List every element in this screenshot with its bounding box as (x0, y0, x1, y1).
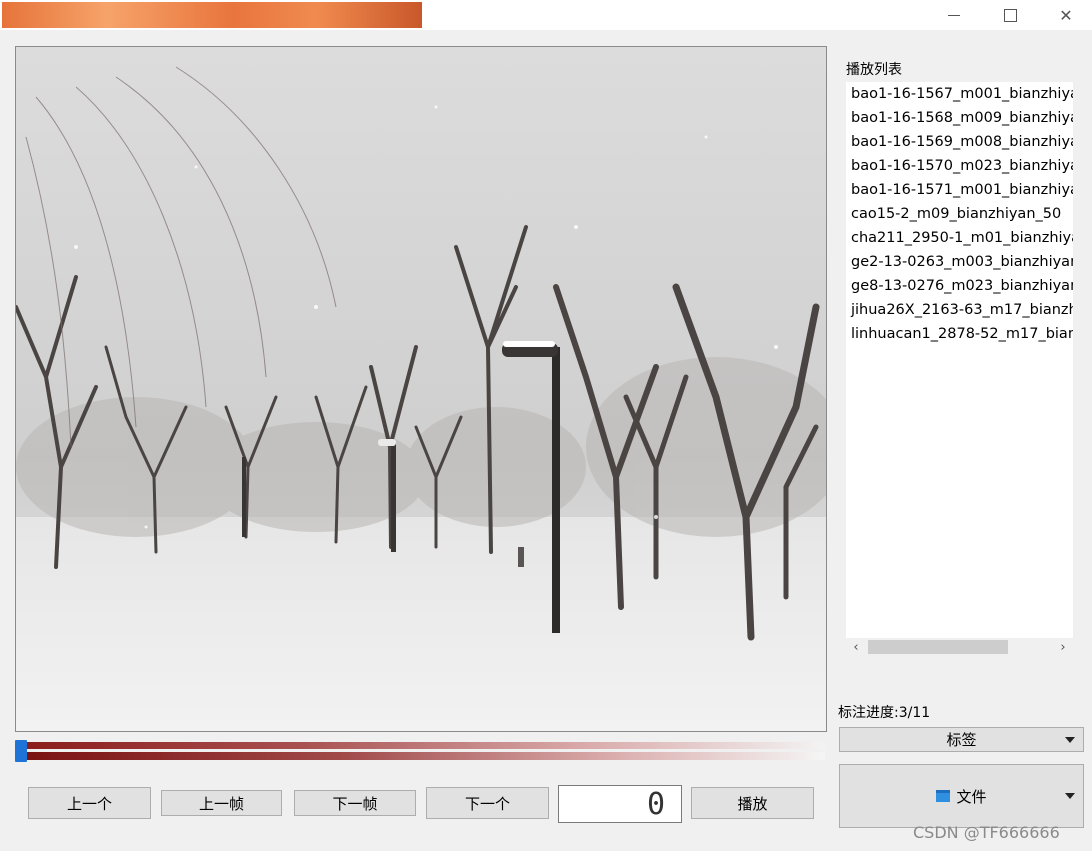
prev-item-label: 上一个 (66, 794, 112, 813)
list-item[interactable]: bao1-16-1568_m009_bianzhiyan (846, 106, 1073, 130)
file-menu-button[interactable]: 文件 (839, 764, 1084, 828)
title-bar: ✕ (0, 0, 1092, 30)
tag-dropdown[interactable]: 标签 (839, 727, 1084, 752)
minimize-button[interactable] (926, 0, 982, 30)
chevron-down-icon (1065, 736, 1075, 743)
maximize-icon (1003, 8, 1017, 22)
playlist-list[interactable]: bao1-16-1567_m001_bianzhiyan bao1-16-156… (846, 82, 1073, 638)
next-frame-button[interactable]: 下一帧 (294, 790, 416, 816)
list-item[interactable]: bao1-16-1569_m008_bianzhiyan (846, 130, 1073, 154)
prev-item-button[interactable]: 上一个 (28, 787, 151, 819)
playlist-horizontal-scrollbar[interactable]: ‹ › (846, 638, 1073, 656)
video-display[interactable] (15, 46, 827, 732)
title-banner-image (2, 2, 422, 28)
prev-frame-label: 上一帧 (198, 794, 244, 813)
prev-frame-button[interactable]: 上一帧 (161, 790, 282, 816)
list-item[interactable]: cao15-2_m09_bianzhiyan_50 (846, 202, 1073, 226)
folder-icon (936, 790, 951, 802)
close-button[interactable]: ✕ (1038, 0, 1092, 30)
playlist-label: 播放列表 (846, 62, 902, 78)
play-button[interactable]: 播放 (691, 787, 814, 819)
file-button-label: 文件 (956, 787, 987, 806)
annotation-progress-label: 标注进度:3/11 (838, 705, 931, 721)
slider-handle[interactable] (15, 740, 27, 762)
list-item[interactable]: jihua26X_2163-63_m17_bianzhiyan (846, 298, 1073, 322)
list-item[interactable]: bao1-16-1571_m001_bianzhiyan (846, 178, 1073, 202)
list-item[interactable]: bao1-16-1567_m001_bianzhiyan (846, 82, 1073, 106)
playback-slider[interactable] (15, 740, 825, 762)
next-frame-label: 下一帧 (332, 794, 378, 813)
scrollbar-thumb[interactable] (868, 640, 1008, 654)
play-label: 播放 (737, 794, 768, 813)
watermark: CSDN @TF666666 (913, 823, 1060, 842)
next-item-label: 下一个 (464, 794, 510, 813)
chevron-down-icon[interactable] (1065, 793, 1075, 799)
tag-dropdown-label: 标签 (946, 731, 977, 749)
waveform-track-bottom (15, 752, 825, 760)
frame-number-value: 0 (646, 786, 665, 822)
list-item[interactable]: cha211_2950-1_m01_bianzhiyan (846, 226, 1073, 250)
minimize-icon (948, 14, 960, 16)
next-item-button[interactable]: 下一个 (426, 787, 549, 819)
scroll-left-icon[interactable]: ‹ (846, 638, 866, 656)
video-frame-snow-park (16, 47, 826, 731)
close-icon: ✕ (1059, 5, 1073, 25)
list-item[interactable]: ge8-13-0276_m023_bianzhiyan (846, 274, 1073, 298)
list-item[interactable]: linhuacan1_2878-52_m17_bianzhiyan (846, 322, 1073, 346)
scroll-right-icon[interactable]: › (1053, 638, 1073, 656)
list-item[interactable]: ge2-13-0263_m003_bianzhiyan (846, 250, 1073, 274)
list-item[interactable]: bao1-16-1570_m023_bianzhiyan (846, 154, 1073, 178)
frame-number-display: 0 (558, 785, 682, 823)
maximize-button[interactable] (982, 0, 1038, 30)
waveform-track-top (15, 742, 825, 749)
